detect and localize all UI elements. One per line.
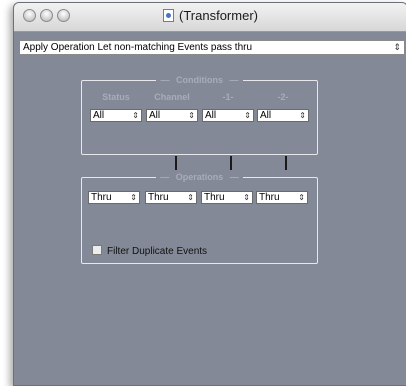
status-condition-select[interactable]: All ⇕ bbox=[90, 109, 142, 122]
connector-line bbox=[175, 156, 177, 170]
operations-group: — Operations — Thru ⇕ Thru ⇕ Thru ⇕ Thru ⇕ F… bbox=[81, 172, 318, 264]
updown-arrows-icon: ⇕ bbox=[188, 111, 195, 120]
data1-operation-value: Thru bbox=[204, 192, 225, 203]
channel-condition-select[interactable]: All ⇕ bbox=[146, 109, 198, 122]
updown-arrows-icon: ⇕ bbox=[187, 193, 194, 202]
updown-arrows-icon: ⇕ bbox=[299, 111, 306, 120]
document-icon bbox=[163, 9, 175, 22]
apply-operation-label: Apply Operation bbox=[23, 42, 95, 53]
status-column-label: Status bbox=[102, 92, 130, 102]
conditions-group: — Conditions — Status Channel -1- -2- Al… bbox=[81, 75, 318, 155]
window-title-text: (Transformer) bbox=[179, 8, 258, 23]
channel-operation-select[interactable]: Thru ⇕ bbox=[145, 191, 197, 204]
operations-legend: — Operations — bbox=[82, 171, 317, 183]
updown-arrows-icon: ⇕ bbox=[243, 193, 250, 202]
status-operation-select[interactable]: Thru ⇕ bbox=[88, 191, 140, 204]
updown-arrows-icon: ⇕ bbox=[132, 111, 139, 120]
apply-operation-popup[interactable]: Apply Operation Let non-matching Events … bbox=[19, 40, 405, 55]
data1-operation-select[interactable]: Thru ⇕ bbox=[201, 191, 253, 204]
channel-operation-value: Thru bbox=[148, 192, 169, 203]
data2-operation-value: Thru bbox=[259, 192, 280, 203]
filter-duplicates-label: Filter Duplicate Events bbox=[107, 246, 208, 257]
data2-condition-select[interactable]: All ⇕ bbox=[257, 109, 309, 122]
status-condition-value: All bbox=[93, 110, 105, 121]
updown-arrows-icon: ⇕ bbox=[393, 42, 401, 52]
channel-column-label: Channel bbox=[154, 92, 190, 102]
data2-condition-value: All bbox=[260, 110, 272, 121]
updown-arrows-icon: ⇕ bbox=[130, 193, 137, 202]
data1-condition-value: All bbox=[205, 110, 217, 121]
apply-operation-value: Let non-matching Events pass thru bbox=[97, 42, 253, 53]
filter-duplicates-checkbox[interactable] bbox=[92, 245, 102, 255]
transformer-window: (Transformer) Apply Operation Let non-ma… bbox=[13, 2, 406, 386]
updown-arrows-icon: ⇕ bbox=[298, 193, 305, 202]
title-bar[interactable]: (Transformer) bbox=[14, 3, 406, 32]
data1-condition-select[interactable]: All ⇕ bbox=[202, 109, 254, 122]
conditions-legend: — Conditions — bbox=[82, 74, 317, 86]
connector-line bbox=[230, 156, 232, 170]
data1-column-label: -1- bbox=[222, 92, 234, 102]
updown-arrows-icon: ⇕ bbox=[244, 111, 251, 120]
data2-operation-select[interactable]: Thru ⇕ bbox=[256, 191, 308, 204]
connector-line bbox=[285, 156, 287, 170]
filter-duplicates-row[interactable]: Filter Duplicate Events bbox=[92, 245, 207, 258]
data2-column-label: -2- bbox=[277, 92, 289, 102]
status-operation-value: Thru bbox=[91, 192, 112, 203]
window-title: (Transformer) bbox=[14, 8, 406, 24]
channel-condition-value: All bbox=[149, 110, 161, 121]
